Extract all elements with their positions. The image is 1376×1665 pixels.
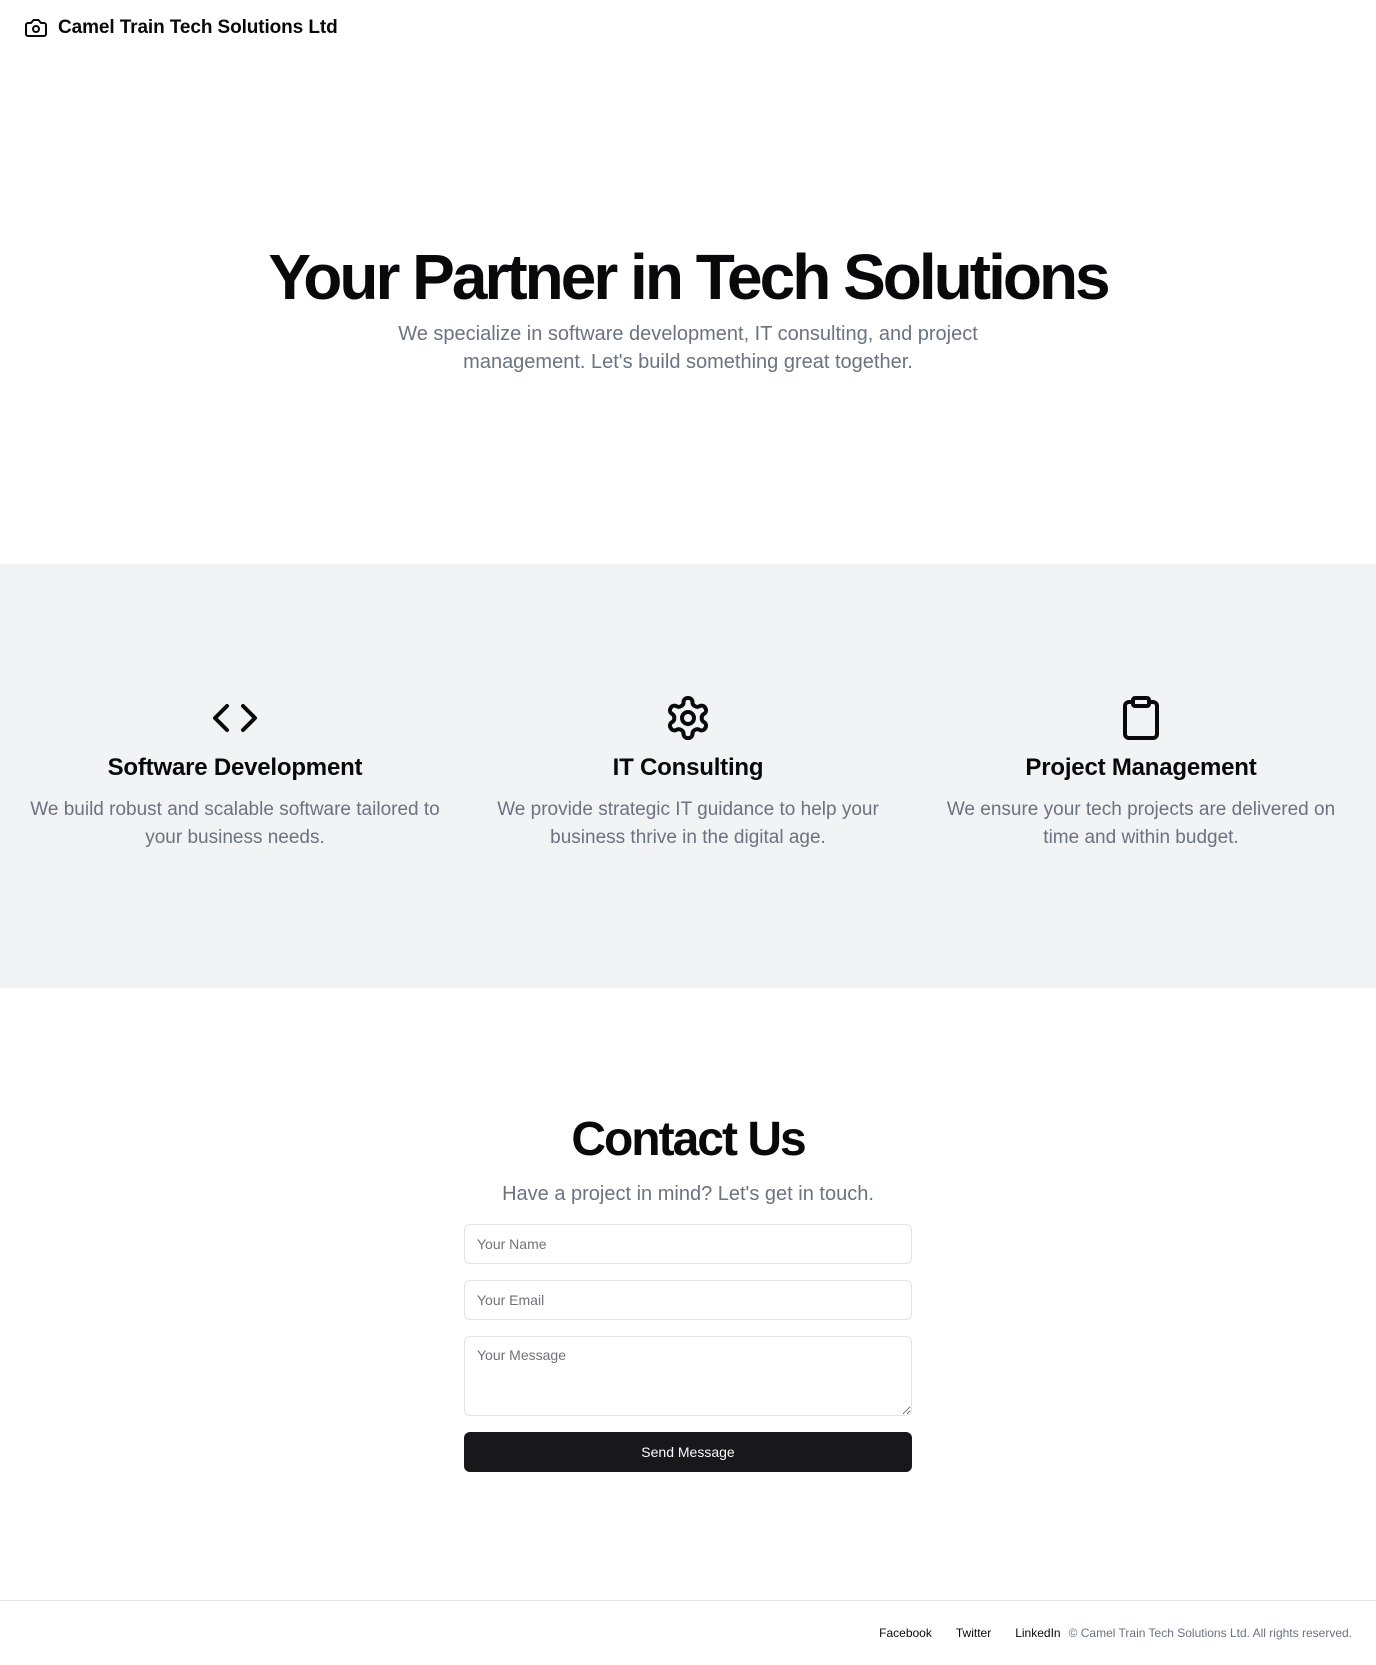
hero-title: Your Partner in Tech Solutions — [268, 241, 1110, 314]
footer-links: Facebook Twitter LinkedIn — [879, 1626, 1060, 1640]
email-input[interactable] — [464, 1280, 912, 1320]
camera-icon — [25, 19, 47, 37]
message-textarea[interactable] — [464, 1336, 912, 1416]
service-title: Software Development — [107, 754, 363, 781]
service-description: We provide strategic IT guidance to help… — [497, 799, 879, 848]
twitter-link[interactable]: Twitter — [956, 1626, 991, 1640]
hero-subtitle: We specialize in software development, I… — [398, 322, 978, 373]
copyright-text: © Camel Train Tech Solutions Ltd. All ri… — [1068, 1626, 1352, 1640]
brand-link[interactable]: Camel Train Tech Solutions Ltd — [24, 16, 338, 40]
service-title: IT Consulting — [612, 754, 764, 781]
gear-icon — [668, 696, 708, 740]
facebook-link[interactable]: Facebook — [879, 1626, 932, 1640]
service-title: Project Management — [1025, 754, 1257, 781]
service-description: We ensure your tech projects are deliver… — [946, 799, 1336, 848]
clipboard-icon — [1123, 696, 1159, 740]
contact-section: Contact Us Have a project in mind? Let's… — [0, 988, 1376, 1600]
brand-name: Camel Train Tech Solutions Ltd — [58, 17, 338, 38]
send-message-button[interactable]: Send Message — [464, 1432, 912, 1472]
contact-title: Contact Us — [571, 1113, 806, 1166]
site-footer: Facebook Twitter LinkedIn © Camel Train … — [0, 1600, 1376, 1665]
service-description: We build robust and scalable software ta… — [30, 799, 440, 848]
services-section: Software Development We build robust and… — [0, 564, 1376, 988]
name-input[interactable] — [464, 1224, 912, 1264]
contact-form: Send Message — [464, 1224, 912, 1472]
code-icon — [213, 704, 257, 732]
linkedin-link[interactable]: LinkedIn — [1015, 1626, 1060, 1640]
service-software-development: Software Development We build robust and… — [20, 694, 450, 852]
service-project-management: Project Management We ensure your tech p… — [926, 694, 1356, 852]
service-it-consulting: IT Consulting We provide strategic IT gu… — [473, 694, 903, 852]
site-header: Camel Train Tech Solutions Ltd — [0, 0, 1376, 56]
hero-section: Your Partner in Tech Solutions We specia… — [0, 56, 1376, 564]
contact-subtitle: Have a project in mind? Let's get in tou… — [502, 1183, 874, 1205]
